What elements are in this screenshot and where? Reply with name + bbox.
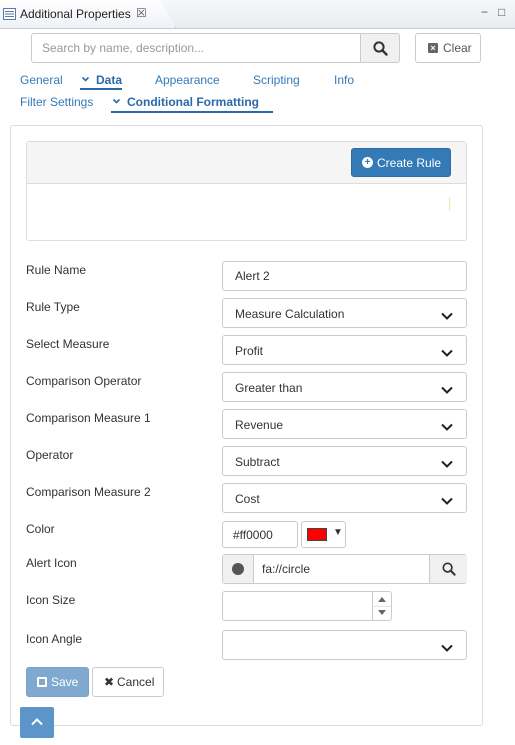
select-measure-label: Select Measure: [26, 337, 110, 351]
comparison-measure-2-label: Comparison Measure 2: [26, 485, 151, 499]
rule-type-label: Rule Type: [26, 300, 80, 314]
chevron-down-icon: [81, 73, 90, 87]
save-button-label: Save: [51, 675, 79, 689]
icon-size-spinner: [372, 591, 392, 621]
caret-up-icon: [378, 597, 386, 602]
alert-icon-group: [222, 554, 467, 584]
select-measure-select[interactable]: Profit: [222, 335, 467, 365]
cancel-button-label: Cancel: [117, 675, 155, 689]
select-measure-value: Profit: [235, 344, 264, 358]
clear-button[interactable]: × Clear: [415, 33, 481, 63]
icon-size-input[interactable]: [222, 591, 372, 621]
alert-icon-preview: [223, 555, 254, 583]
rule-type-value: Measure Calculation: [235, 307, 345, 321]
cancel-button[interactable]: ✖ Cancel: [92, 667, 164, 697]
comparison-operator-select[interactable]: Greater than: [222, 372, 467, 402]
rule-list-marker: [449, 197, 450, 211]
caret-down-icon: [378, 610, 386, 615]
maximize-icon[interactable]: □: [498, 5, 505, 19]
tab-info[interactable]: Info: [334, 73, 354, 87]
create-rule-button[interactable]: + Create Rule: [351, 148, 451, 177]
comparison-measure-1-select[interactable]: Revenue: [222, 409, 467, 439]
view-tab-additional-properties[interactable]: Additional Properties ☒: [0, 0, 176, 28]
chevron-down-icon: [441, 383, 453, 397]
icon-size-label: Icon Size: [26, 593, 76, 607]
alert-icon-label: Alert Icon: [26, 556, 77, 570]
color-swatch: [307, 528, 327, 541]
chevron-down-icon: [441, 346, 453, 360]
comparison-measure-1-label: Comparison Measure 1: [26, 411, 151, 425]
rule-name-input[interactable]: [222, 261, 467, 291]
icon-angle-label: Icon Angle: [26, 632, 83, 646]
tab-conditional-formatting-underline: [111, 111, 273, 113]
caret-down-icon: ▼: [333, 527, 343, 538]
tab-data-underline: [80, 88, 122, 90]
comparison-measure-1-value: Revenue: [235, 418, 284, 432]
circle-icon: [232, 563, 244, 575]
tab-data-label: Data: [96, 73, 123, 87]
operator-value: Subtract: [235, 455, 280, 469]
chevron-down-icon: [441, 309, 453, 323]
icon-angle-select[interactable]: [222, 630, 467, 660]
chevron-down-icon: [441, 641, 453, 655]
minimize-icon[interactable]: −: [481, 5, 488, 19]
spinner-up-button[interactable]: [373, 592, 391, 607]
clear-x-icon: ×: [428, 43, 438, 53]
chevron-up-icon: [31, 718, 43, 726]
comparison-measure-2-value: Cost: [235, 492, 260, 506]
view-tab-bar: Additional Properties ☒ − □: [0, 0, 515, 29]
tab-filter-settings[interactable]: Filter Settings: [20, 95, 93, 109]
chevron-down-icon: [441, 457, 453, 471]
operator-label: Operator: [26, 448, 74, 462]
comparison-operator-label: Comparison Operator: [26, 374, 142, 388]
scroll-to-top-button[interactable]: [20, 707, 54, 738]
tab-general[interactable]: General: [20, 73, 63, 87]
close-icon[interactable]: ☒: [136, 6, 147, 20]
tab-conditional-formatting[interactable]: Conditional Formatting: [112, 95, 259, 109]
color-label: Color: [26, 522, 55, 536]
comparison-measure-2-select[interactable]: Cost: [222, 483, 467, 513]
chevron-down-icon: [112, 95, 121, 109]
alert-icon-search-button[interactable]: [429, 555, 467, 583]
tab-scripting[interactable]: Scripting: [253, 73, 300, 87]
color-picker-button[interactable]: ▼: [301, 521, 346, 548]
spinner-down-button[interactable]: [373, 606, 391, 620]
tab-conditional-formatting-label: Conditional Formatting: [127, 95, 259, 109]
plus-circle-icon: +: [362, 157, 373, 168]
search-icon: [442, 562, 456, 576]
search-input[interactable]: [31, 33, 361, 63]
operator-select[interactable]: Subtract: [222, 446, 467, 476]
tab-data[interactable]: Data: [81, 73, 123, 87]
chevron-down-icon: [441, 494, 453, 508]
chevron-down-icon: [441, 420, 453, 434]
save-button[interactable]: Save: [26, 667, 89, 697]
view-tab-title: Additional Properties: [20, 7, 131, 21]
clear-button-label: Clear: [443, 41, 472, 55]
rule-type-select[interactable]: Measure Calculation: [222, 298, 467, 328]
alert-icon-input[interactable]: [254, 555, 429, 583]
tab-appearance[interactable]: Appearance: [155, 73, 220, 87]
rule-name-label: Rule Name: [26, 263, 87, 277]
properties-view-icon: [3, 8, 16, 23]
search-button[interactable]: [360, 33, 400, 63]
search-icon: [373, 41, 388, 56]
color-hex-input[interactable]: [222, 521, 298, 548]
comparison-operator-value: Greater than: [235, 381, 303, 395]
floppy-disk-icon: [37, 677, 47, 687]
create-rule-label: Create Rule: [377, 156, 442, 170]
times-icon: ✖: [104, 675, 115, 689]
